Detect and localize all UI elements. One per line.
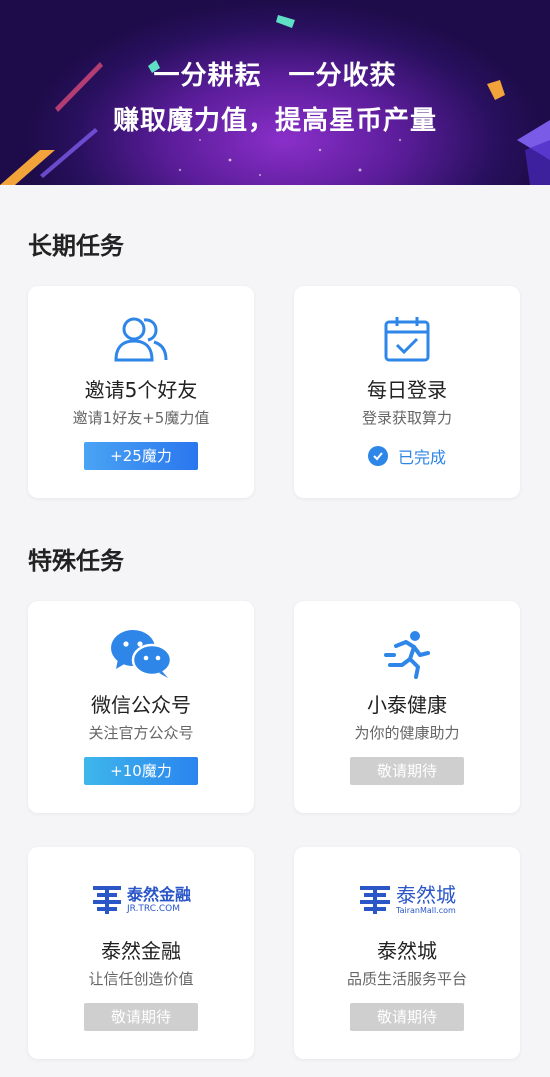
- banner-slogan-line2: 赚取魔力值，提高星币产量: [112, 106, 437, 136]
- banner-slogan-line1: 一分耕耘 一分收获: [153, 61, 397, 91]
- task-card-wechat[interactable]: 微信公众号 关注官方公众号 +10魔力: [28, 601, 254, 813]
- reward-badge[interactable]: +10魔力: [84, 757, 198, 785]
- task-title: 微信公众号: [91, 693, 191, 717]
- task-title: 每日登录: [367, 378, 447, 402]
- task-subtitle: 邀请1好友+5魔力值: [72, 409, 210, 427]
- task-card-health[interactable]: 小泰健康 为你的健康助力 敬请期待: [294, 601, 520, 813]
- tairan-finance-logo: 泰然金融 JR.TRC.COM: [28, 875, 254, 925]
- tairan-mall-logo-domain: TairanMall.com: [396, 906, 456, 915]
- tairan-mall-logo: 泰然城 TairanMall.com: [294, 875, 520, 925]
- task-subtitle: 关注官方公众号: [88, 724, 194, 742]
- tairan-mall-logo-text: 泰然城: [396, 883, 456, 907]
- check-circle-icon: [367, 446, 388, 466]
- section-title-long-term: 长期任务: [28, 232, 124, 260]
- task-subtitle: 为你的健康助力: [354, 724, 460, 742]
- coming-soon-badge: 敬请期待: [350, 1003, 464, 1031]
- tairan-finance-logo-domain: JR.TRC.COM: [126, 903, 181, 914]
- task-card-tairan-mall[interactable]: 泰然城 TairanMall.com 泰然城 品质生活服务平台 敬请期待: [294, 847, 520, 1059]
- reward-badge[interactable]: +25魔力: [84, 442, 198, 470]
- completed-status: 已完成: [294, 442, 520, 470]
- task-title: 泰然金融: [101, 939, 181, 963]
- task-subtitle: 品质生活服务平台: [346, 970, 467, 988]
- tairan-finance-logo-text: 泰然金融: [126, 884, 191, 904]
- task-title: 泰然城: [377, 939, 437, 963]
- task-card-daily-login[interactable]: 每日登录 登录获取算力 已完成: [294, 286, 520, 498]
- task-title: 邀请5个好友: [84, 378, 198, 402]
- banner-decoration: [0, 15, 550, 185]
- task-subtitle: 让信任创造价值: [88, 970, 194, 988]
- section-title-special: 特殊任务: [28, 547, 124, 575]
- calendar-check-icon: [294, 314, 520, 364]
- task-card-invite-friends[interactable]: 邀请5个好友 邀请1好友+5魔力值 +25魔力: [28, 286, 254, 498]
- completed-label: 已完成: [397, 448, 446, 467]
- task-title: 小泰健康: [367, 693, 447, 717]
- task-card-tairan-finance[interactable]: 泰然金融 JR.TRC.COM 泰然金融 让信任创造价值 敬请期待: [28, 847, 254, 1059]
- task-subtitle: 登录获取算力: [361, 409, 452, 427]
- coming-soon-badge: 敬请期待: [350, 757, 464, 785]
- runner-icon: [294, 629, 520, 679]
- wechat-icon: [28, 629, 254, 679]
- users-icon: [28, 314, 254, 364]
- banner: 一分耕耘 一分收获 赚取魔力值，提高星币产量: [0, 0, 550, 185]
- coming-soon-badge: 敬请期待: [84, 1003, 198, 1031]
